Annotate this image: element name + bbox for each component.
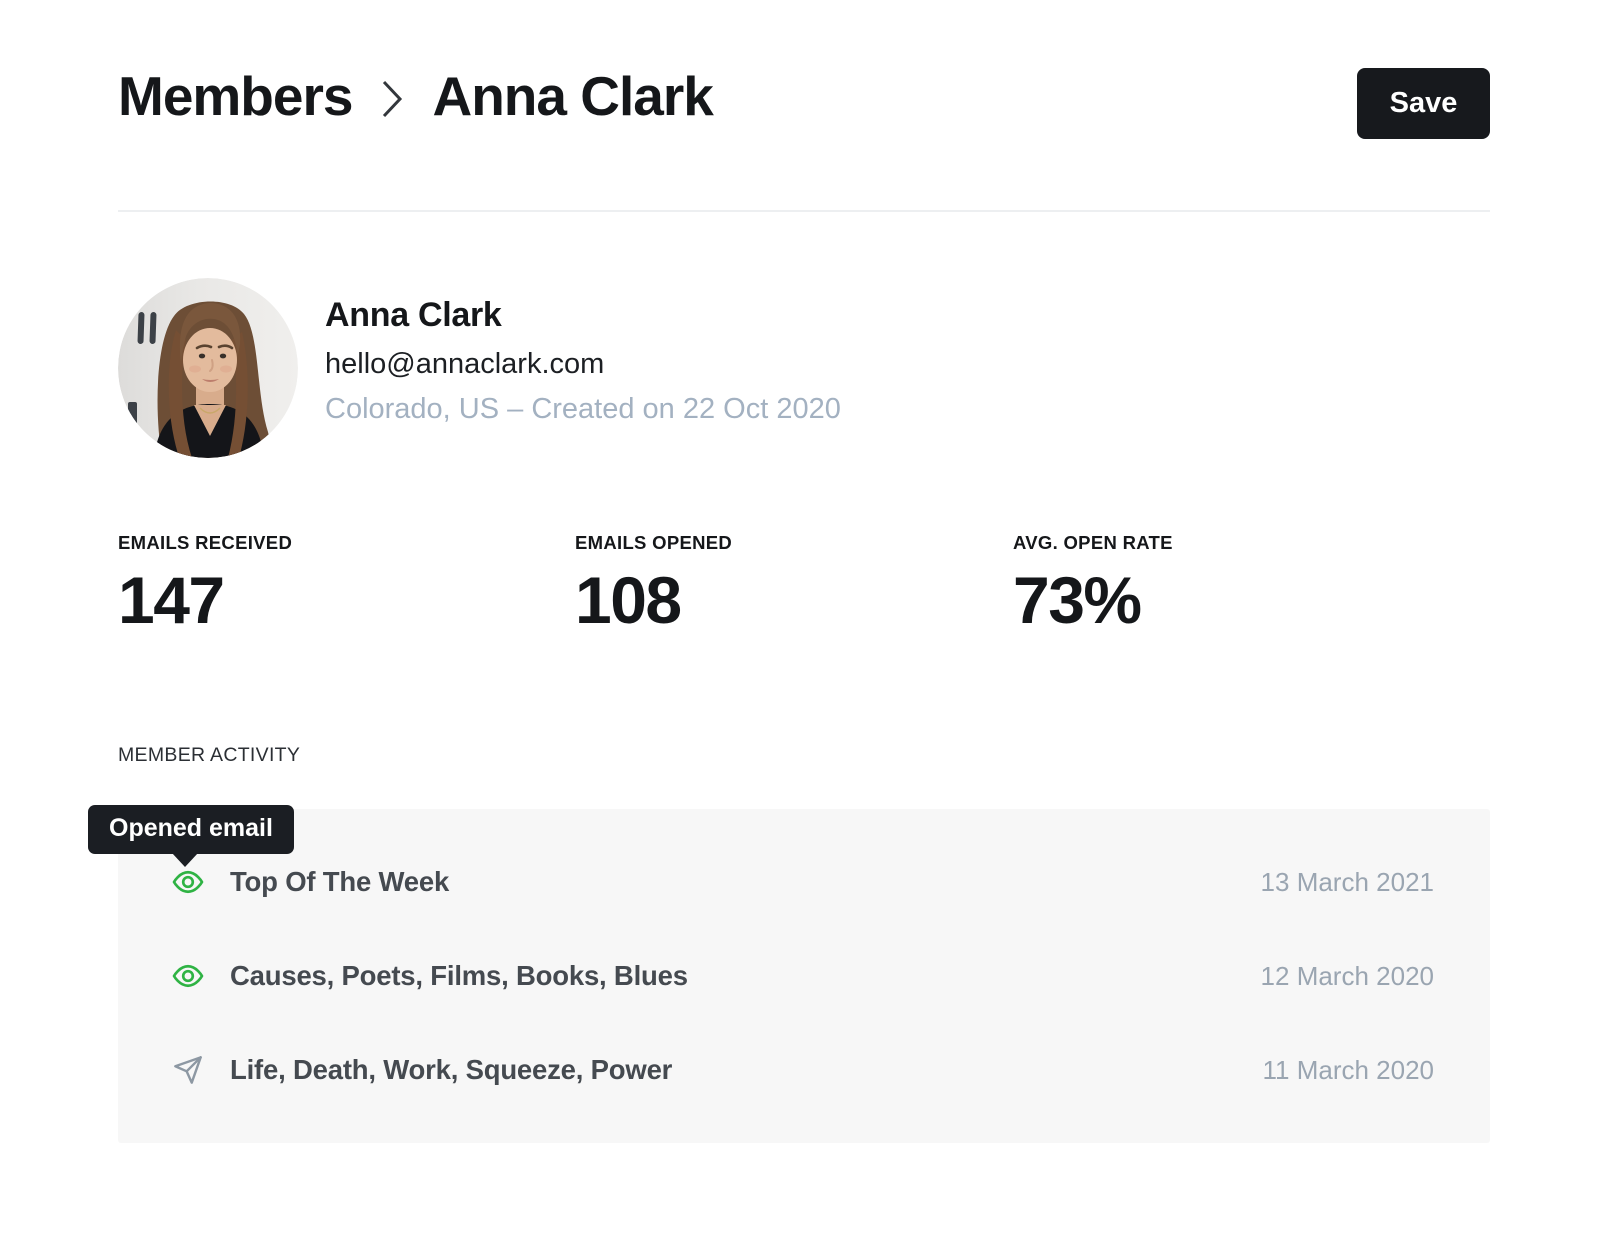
stat-value: 73% (1013, 562, 1173, 638)
stat-label: EMAILS OPENED (575, 532, 732, 554)
stat-value: 108 (575, 562, 732, 638)
activity-title: Life, Death, Work, Squeeze, Power (230, 1054, 672, 1086)
breadcrumb: Members Anna Clark (118, 62, 713, 131)
stat-emails-received: EMAILS RECEIVED 147 (118, 532, 292, 638)
breadcrumb-members-link[interactable]: Members (118, 62, 352, 131)
opened-email-tooltip: Opened email (88, 805, 294, 854)
profile-info: Anna Clark hello@annaclark.com Colorado,… (325, 296, 841, 426)
breadcrumb-member-name: Anna Clark (432, 62, 712, 131)
activity-date: 11 March 2020 (1262, 1055, 1434, 1086)
activity-date: 12 March 2020 (1261, 961, 1434, 992)
activity-title: Top Of The Week (230, 866, 449, 898)
avatar-illustration (118, 278, 298, 458)
send-icon (172, 1054, 204, 1086)
activity-row[interactable]: Top Of The Week 13 March 2021 (118, 835, 1490, 929)
stat-avg-open-rate: AVG. OPEN RATE 73% (1013, 532, 1173, 638)
stat-emails-opened: EMAILS OPENED 108 (575, 532, 732, 638)
stat-value: 147 (118, 562, 292, 638)
tooltip-caret (172, 853, 198, 867)
member-email: hello@annaclark.com (325, 348, 841, 381)
activity-row[interactable]: Causes, Poets, Films, Books, Blues 12 Ma… (118, 929, 1490, 1023)
member-meta: Colorado, US – Created on 22 Oct 2020 (325, 393, 841, 426)
activity-date: 13 March 2021 (1261, 867, 1434, 898)
activity-title: Causes, Poets, Films, Books, Blues (230, 960, 688, 992)
eye-icon (172, 866, 204, 898)
activity-row[interactable]: Life, Death, Work, Squeeze, Power 11 Mar… (118, 1023, 1490, 1117)
stat-label: AVG. OPEN RATE (1013, 532, 1173, 554)
eye-icon (172, 960, 204, 992)
stat-label: EMAILS RECEIVED (118, 532, 292, 554)
tooltip-label: Opened email (109, 814, 273, 842)
chevron-right-icon (380, 78, 404, 120)
header-divider (118, 210, 1490, 212)
member-activity-heading: MEMBER ACTIVITY (118, 744, 300, 767)
member-activity-list: Top Of The Week 13 March 2021 Causes, Po… (118, 809, 1490, 1143)
avatar (118, 278, 298, 458)
member-detail-page: Members Anna Clark Save (0, 0, 1600, 1260)
save-button[interactable]: Save (1357, 68, 1490, 139)
member-name: Anna Clark (325, 296, 841, 335)
